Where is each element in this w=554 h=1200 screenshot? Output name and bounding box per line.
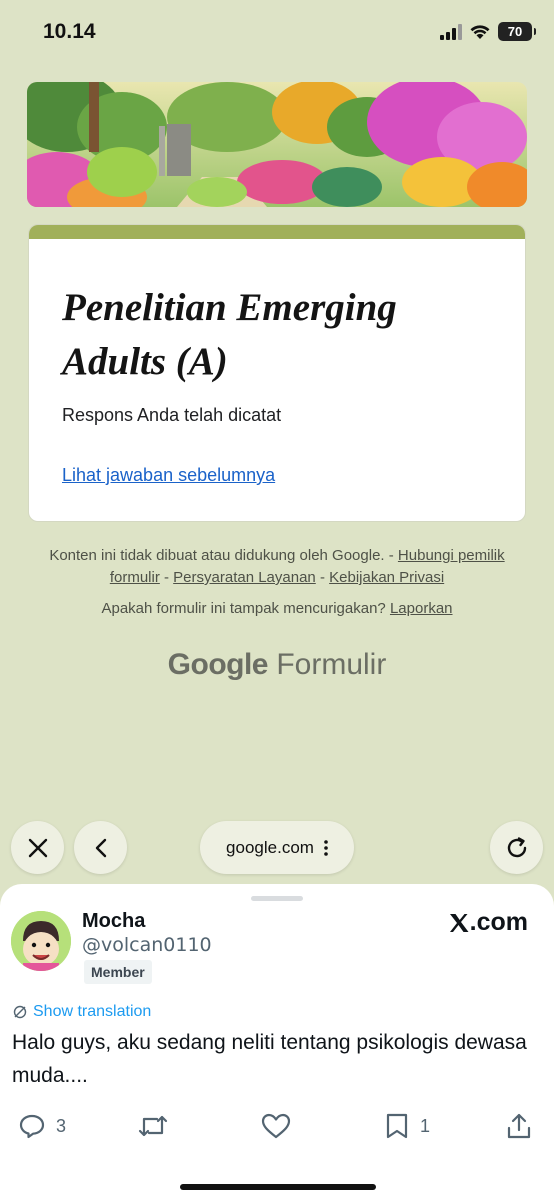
sheet-grabber[interactable] bbox=[251, 896, 303, 901]
home-indicator[interactable] bbox=[180, 1184, 376, 1190]
form-title: Penelitian Emerging Adults (A) bbox=[62, 286, 397, 383]
chevron-left-icon bbox=[95, 838, 106, 857]
show-translation-link[interactable]: Show translation bbox=[13, 1003, 151, 1021]
repost-icon bbox=[138, 1115, 168, 1137]
author-name[interactable]: Mocha bbox=[82, 910, 145, 933]
tweet-actions: 3 1 bbox=[0, 1106, 554, 1146]
cellular-signal-icon bbox=[440, 23, 462, 40]
separator: - bbox=[164, 569, 169, 586]
back-button[interactable] bbox=[74, 821, 127, 874]
translate-icon bbox=[13, 1005, 27, 1019]
x-logo-icon bbox=[449, 913, 469, 932]
response-recorded-message: Respons Anda telah dicatat bbox=[62, 405, 282, 425]
avatar[interactable] bbox=[11, 911, 71, 971]
show-translation-text: Show translation bbox=[33, 1003, 152, 1020]
battery-level: 70 bbox=[507, 24, 523, 39]
member-badge: Member bbox=[84, 960, 152, 984]
share-icon bbox=[507, 1113, 531, 1139]
url-pill[interactable]: google.com bbox=[200, 821, 354, 874]
view-previous-response-link[interactable]: Lihat jawaban sebelumnya bbox=[62, 465, 275, 486]
suspicious-question: Apakah formulir ini tampak mencurigakan? bbox=[101, 600, 386, 617]
report-row: Apakah formulir ini tampak mencurigakan?… bbox=[40, 600, 514, 617]
author-handle[interactable]: @volcan0110 bbox=[82, 934, 212, 956]
close-browser-button[interactable] bbox=[11, 821, 64, 874]
url-text: google.com bbox=[226, 837, 314, 857]
reply-icon bbox=[19, 1114, 45, 1139]
reload-button[interactable] bbox=[490, 821, 543, 874]
reply-button[interactable]: 3 bbox=[18, 1112, 66, 1140]
like-button[interactable] bbox=[261, 1112, 291, 1140]
share-button[interactable] bbox=[506, 1112, 532, 1140]
bookmark-button[interactable]: 1 bbox=[384, 1112, 430, 1140]
terms-of-service-link[interactable]: Persyaratan Layanan bbox=[173, 569, 316, 586]
status-time: 10.14 bbox=[43, 20, 96, 43]
reload-icon bbox=[507, 836, 526, 857]
reply-count: 3 bbox=[56, 1115, 67, 1136]
form-disclaimer: Konten ini tidak dibuat atau didukung ol… bbox=[40, 545, 514, 589]
status-bar: 10.14 70 bbox=[0, 0, 554, 66]
x-domain-text: .com bbox=[469, 908, 528, 936]
privacy-policy-link[interactable]: Kebijakan Privasi bbox=[329, 569, 444, 586]
x-source-label[interactable]: .com bbox=[448, 908, 528, 937]
more-options-icon[interactable] bbox=[324, 839, 328, 856]
wifi-icon bbox=[470, 24, 490, 39]
repost-button[interactable] bbox=[137, 1112, 169, 1140]
forms-wordmark: Formulir bbox=[276, 648, 387, 681]
heart-icon bbox=[261, 1113, 291, 1139]
close-icon bbox=[28, 838, 47, 857]
bookmark-count: 1 bbox=[420, 1115, 431, 1136]
google-wordmark: Google bbox=[167, 648, 269, 681]
form-header-image bbox=[27, 82, 527, 207]
disclaimer-text: Konten ini tidak dibuat atau didukung ol… bbox=[49, 547, 394, 564]
card-accent-bar bbox=[29, 225, 525, 239]
bookmark-icon bbox=[386, 1113, 408, 1139]
separator: - bbox=[319, 569, 325, 586]
tweet-text: Halo guys, aku sedang neliti tentang psi… bbox=[12, 1031, 527, 1087]
report-link[interactable]: Laporkan bbox=[390, 600, 453, 617]
battery-icon: 70 bbox=[498, 22, 536, 41]
confirmation-card: Penelitian Emerging Adults (A) Respons A… bbox=[28, 224, 526, 522]
google-forms-logo: Google Formulir bbox=[0, 648, 554, 682]
garden-illustration bbox=[27, 82, 527, 207]
tweet-sheet: Mocha @volcan0110 Member .com Show trans… bbox=[0, 884, 554, 1200]
status-icons: 70 bbox=[440, 22, 536, 41]
avatar-image bbox=[11, 911, 71, 971]
